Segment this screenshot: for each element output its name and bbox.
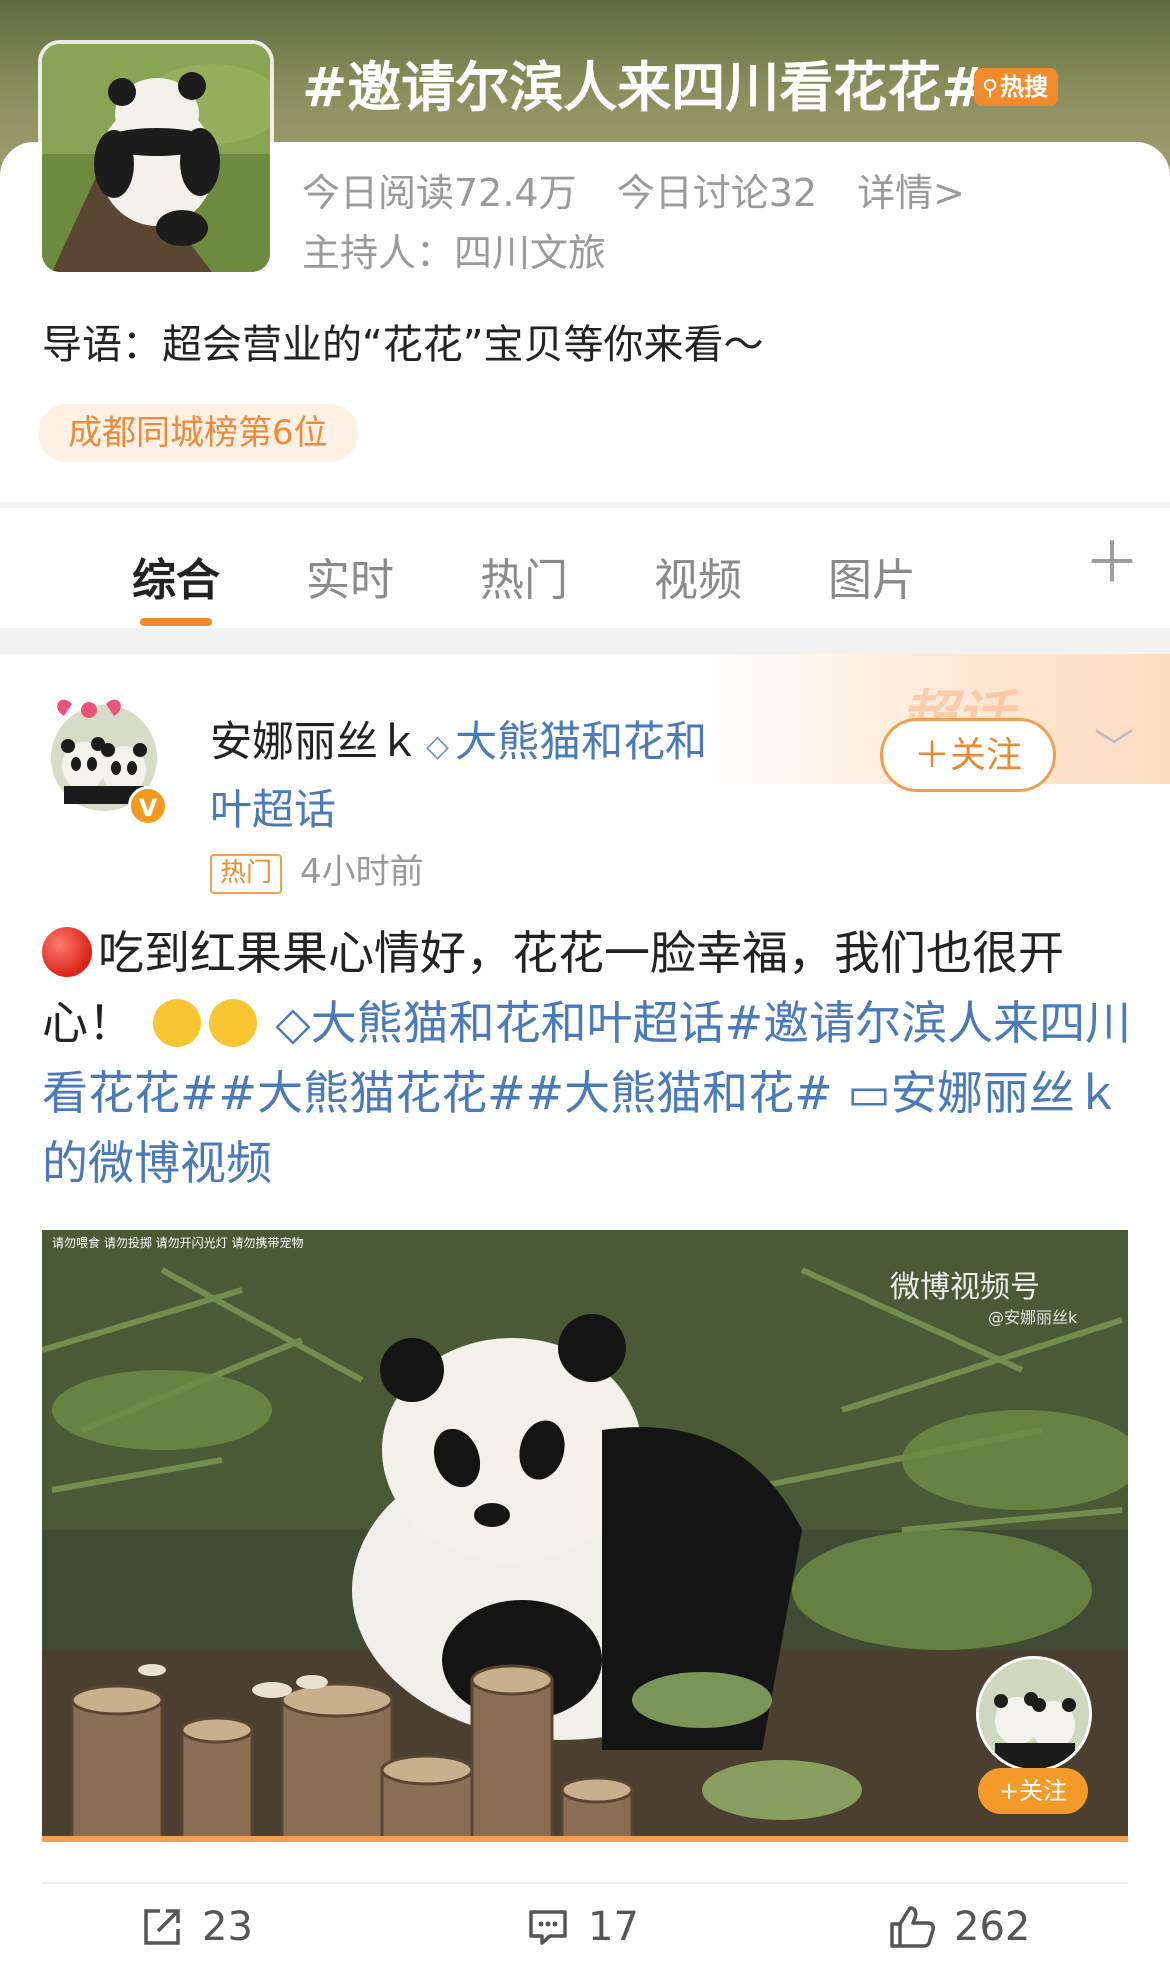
comment-button[interactable]: 17 [526,1904,639,1950]
video-link-icon: ▭ [847,1066,891,1120]
tab-video[interactable]: 视频 [654,544,742,608]
post-time: 4小时前 [300,852,424,892]
supertopic-link[interactable]: 大熊猫和花和 [455,717,707,766]
video-player[interactable] [42,1230,1128,1842]
action-divider [42,1882,1128,1884]
post-author-line: 安娜丽丝ｋ ◇ 大熊猫和花和 [210,708,707,769]
comment-icon [529,1910,567,1945]
video-progress-bar[interactable] [42,1836,1128,1842]
hot-tag: 热门 [210,853,283,894]
discuss-count: 今日讨论32 [616,171,818,215]
supertopic-diamond-icon: ◇ [426,729,450,764]
video-follow-button[interactable]: +关注 [978,1768,1088,1814]
topic-intro: 导语：超会营业的“花花”宝贝等你来看～ [42,322,764,368]
details-link[interactable]: 详情> [857,171,965,215]
hot-badge-label: 热搜 [1000,73,1049,101]
share-button[interactable]: 23 [140,1904,253,1950]
tab-hot[interactable]: 热门 [480,544,568,608]
tab-comprehensive[interactable]: 综合 [132,544,220,608]
read-count: 今日阅读72.4万 [302,171,577,215]
hashtag-link[interactable]: #大熊猫和花# [526,1066,833,1120]
topic-host[interactable]: 主持人：四川文旅 [302,222,606,277]
chevron-down-icon[interactable]: ﹀ [1094,716,1134,774]
rank-badge[interactable]: 成都同城榜第6位 [38,404,358,462]
post-content: 吃到红果果心情好，花花一脸幸福，我们也很开心！ ◇大熊猫和花和叶超话#邀请尔滨人… [42,918,1132,1198]
section-divider [0,628,1170,654]
supertopic-diamond-icon: ◇ [275,996,311,1050]
hot-search-badge: ⚲热搜 [974,68,1059,106]
tab-realtime[interactable]: 实时 [306,544,394,608]
location-pin-icon: ⚲ [982,76,999,101]
video-author-avatar[interactable] [976,1656,1092,1772]
post-supertopic-link[interactable]: 大熊猫和花和叶超话 [311,996,725,1050]
supertopic-link-continued[interactable]: 叶超话 [210,776,336,837]
grinning-emoji-icon [208,999,257,1047]
apple-emoji-icon [42,927,92,977]
active-tab-indicator [140,618,212,626]
video-watermark: 微博视频号 [890,1270,1040,1305]
follow-button[interactable]: ＋关注 [880,718,1056,792]
username[interactable]: 安娜丽丝ｋ [210,717,420,766]
video-watermark-handle: @安娜丽丝k [988,1308,1078,1327]
like-button[interactable]: 262 [888,1904,1030,1950]
topic-cover-image[interactable] [38,40,274,276]
tab-bar: 综合 实时 热门 视频 图片 ＋ [0,502,1170,628]
share-icon [144,1909,180,1945]
topic-stats: 今日阅读72.4万 今日讨论32 详情> [302,162,993,217]
add-tab-icon[interactable]: ＋ [1084,536,1140,592]
share-count: 23 [202,1904,253,1950]
thumbs-up-icon [890,1906,935,1948]
hashtag-link[interactable]: #大熊猫花花# [219,1066,526,1120]
like-count: 262 [954,1904,1031,1950]
laughing-emoji-icon [152,999,201,1047]
verified-badge-icon: V [128,786,168,826]
post-meta: 热门 4小时前 [210,844,424,894]
tab-images[interactable]: 图片 [828,544,916,608]
comment-count: 17 [588,1904,639,1950]
topic-title: #邀请尔滨人来四川看花花# [302,56,987,119]
video-notice-text: 请勿喂食 请勿投掷 请勿开闪光灯 请勿携带宠物 [52,1236,304,1250]
